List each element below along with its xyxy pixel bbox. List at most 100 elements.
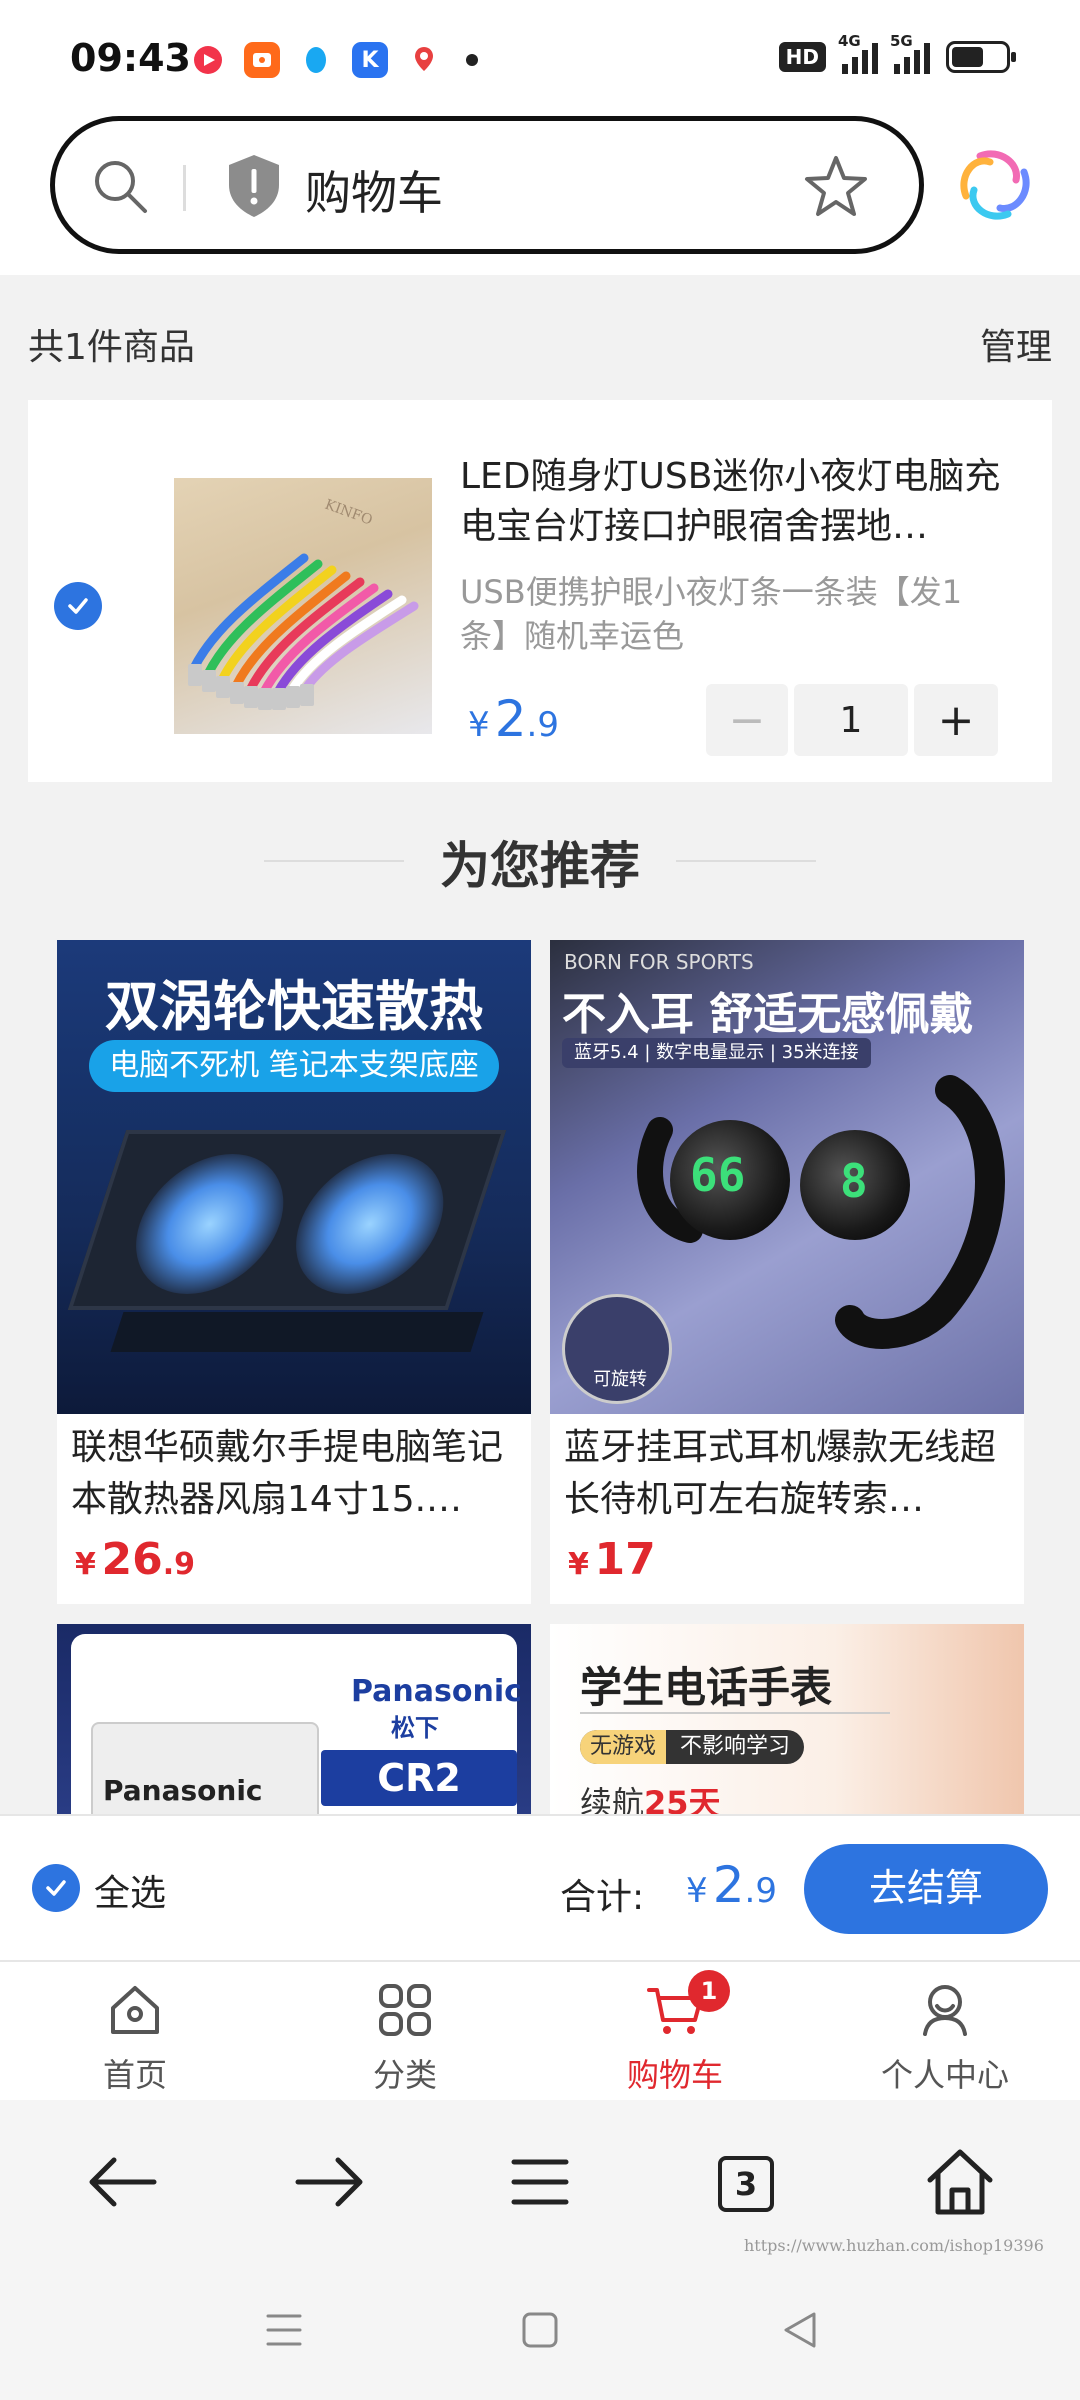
recommend-title: 为您推荐 [440, 837, 640, 895]
product-image[interactable]: 双涡轮快速散热 电脑不死机 笔记本支架底座 [57, 940, 531, 1414]
bottom-tab-bar: 首页 分类 1 购物车 个人中心 [0, 1960, 1080, 2100]
product-image-headline: 学生电话手表 [580, 1663, 833, 1712]
checkmark-icon [68, 598, 88, 614]
tab-label: 分类 [372, 2056, 437, 2094]
cart-badge: 1 [688, 1970, 730, 2012]
item-spec[interactable]: USB便携护眼小夜灯条一条装【发1条】随机幸运色 [460, 570, 1000, 658]
product-image-brand: BORN FOR SPORTS [564, 950, 754, 974]
product-image-logo: Panasonic [351, 1674, 522, 1709]
tab-label: 个人中心 [880, 2056, 1009, 2094]
manage-button[interactable]: 管理 [980, 318, 1052, 370]
product-image-model: CR2 [321, 1750, 517, 1806]
product-image-headline: 双涡轮快速散热 [105, 975, 483, 1038]
bookmark-star-icon[interactable] [803, 153, 869, 219]
quantity-stepper: − 1 + [706, 684, 998, 756]
back-arrow-icon[interactable] [84, 2144, 160, 2220]
tab-cart[interactable]: 1 购物车 [540, 1962, 810, 2102]
browser-top-bar: 购物车 [0, 100, 1080, 275]
select-all-label[interactable]: 全选 [94, 1864, 166, 1916]
tab-label: 购物车 [626, 2056, 723, 2094]
menu-icon[interactable] [502, 2144, 578, 2220]
shield-icon[interactable] [225, 153, 283, 219]
watermark: https://www.huzhan.com/ishop19396 [744, 2236, 1044, 2255]
tab-profile[interactable]: 个人中心 [810, 1962, 1080, 2102]
qq-app-icon [298, 42, 334, 78]
recommend-product-card[interactable]: 双涡轮快速散热 电脑不死机 笔记本支架底座 联想华硕戴尔手提电脑笔记本散热器风扇… [57, 940, 531, 1604]
forward-arrow-icon[interactable] [292, 2144, 368, 2220]
product-image-headline: 不入耳 舒适无感佩戴 [562, 989, 974, 1040]
taobao-app-icon [244, 42, 280, 78]
tabs-count-button[interactable]: 3 [718, 2156, 774, 2212]
product-image-subline: 蓝牙5.4 | 数字电量显示 | 35米连接 [562, 1038, 871, 1068]
divider-left [264, 860, 404, 862]
product-price: ¥ 26.9 [75, 1534, 195, 1585]
select-all-checkbox[interactable] [32, 1864, 80, 1912]
rotate-badge: 可旋转 [562, 1294, 672, 1404]
cooling-pad-graphic [67, 1130, 507, 1310]
recommend-product-card[interactable]: Panasonic Panasonic 松下 CR2 [57, 1624, 531, 1824]
map-app-icon [406, 42, 442, 78]
battery-icon [946, 41, 1016, 73]
battery-package-graphic: Panasonic Panasonic 松下 CR2 [71, 1634, 522, 1824]
status-indicators: HD 4G 5G [778, 32, 1016, 74]
product-price: ¥ 17 [568, 1534, 656, 1585]
product-image-card-brand: Panasonic [103, 1774, 263, 1807]
cart-item: KINFO LED随身灯USB迷你小夜灯电脑充电宝台灯接口护眼宿舍摆地… USB… [28, 400, 1052, 782]
k-app-icon: K [352, 42, 388, 78]
cart-count-label: 共1件商品 [28, 327, 195, 368]
recommend-header: 为您推荐 [0, 826, 1080, 898]
status-time: 09:43 [70, 36, 191, 80]
address-bar[interactable]: 购物车 [50, 116, 924, 254]
video-app-icon [190, 42, 226, 78]
system-back-icon[interactable] [772, 2302, 828, 2358]
product-image-logo-cn: 松下 [391, 1714, 439, 1742]
signal-4g-icon: 4G [838, 32, 878, 74]
item-price-currency: ¥ [468, 705, 490, 745]
browser-logo-icon[interactable] [960, 150, 1030, 220]
product-image[interactable]: BORN FOR SPORTS 不入耳 舒适无感佩戴 蓝牙5.4 | 数字电量显… [550, 940, 1024, 1414]
recent-apps-icon[interactable] [256, 2302, 312, 2358]
checkout-button[interactable]: 去结算 [804, 1844, 1048, 1934]
signal-5g-icon: 5G [890, 32, 930, 74]
earbud-display-left: 66 [690, 1148, 746, 1202]
recommend-product-card[interactable]: BORN FOR SPORTS 不入耳 舒适无感佩戴 蓝牙5.4 | 数字电量显… [550, 940, 1024, 1604]
item-price-decimal: .9 [526, 705, 559, 745]
rotate-badge-label: 可旋转 [593, 1369, 647, 1390]
tab-category[interactable]: 分类 [270, 1962, 540, 2102]
checkmark-icon [46, 1880, 66, 1896]
quantity-minus-button[interactable]: − [706, 684, 788, 756]
system-home-icon[interactable] [512, 2302, 568, 2358]
product-image-tag: 无游戏 不影响学习 [580, 1730, 805, 1764]
item-checkbox[interactable] [54, 582, 102, 630]
product-image[interactable]: 学生电话手表 无游戏 不影响学习 续航25天 [550, 1624, 1024, 1824]
recommend-product-card[interactable]: 学生电话手表 无游戏 不影响学习 续航25天 [550, 1624, 1024, 1824]
category-icon [379, 1984, 431, 2036]
tab-home[interactable]: 首页 [0, 1962, 270, 2102]
page-title[interactable]: 购物车 [305, 157, 443, 223]
more-notifications-dot [466, 54, 478, 66]
item-title[interactable]: LED随身灯USB迷你小夜灯电脑充电宝台灯接口护眼宿舍摆地… [460, 452, 1020, 552]
checkout-bar: 全选 合计: ¥ 2.9 去结算 [0, 1814, 1080, 1960]
product-image[interactable]: Panasonic Panasonic 松下 CR2 [57, 1624, 531, 1824]
system-nav-bar [0, 2260, 1080, 2400]
hd-icon: HD [778, 42, 826, 72]
search-icon[interactable] [91, 157, 149, 215]
quantity-plus-button[interactable]: + [914, 684, 998, 756]
product-title[interactable]: 蓝牙挂耳式耳机爆款无线超长待机可左右旋转索… [564, 1422, 1014, 1526]
quantity-input[interactable]: 1 [794, 684, 908, 756]
product-title[interactable]: 联想华硕戴尔手提电脑笔记本散热器风扇14寸15.… [71, 1422, 521, 1526]
earbud-display-right: 8 [840, 1154, 868, 1208]
total-price: ¥ 2.9 [686, 1856, 777, 1914]
search-divider [183, 165, 186, 211]
item-price-integer: 2 [494, 690, 527, 748]
home-icon [111, 1986, 159, 2034]
item-price: ¥ 2.9 [468, 690, 559, 748]
item-image-brand: KINFO [323, 497, 375, 529]
divider-right [676, 860, 816, 862]
item-image[interactable]: KINFO [174, 478, 432, 734]
total-label: 合计: [560, 1877, 645, 1918]
notification-icons: K [190, 42, 478, 78]
tab-label: 首页 [102, 2056, 167, 2094]
profile-icon [923, 1985, 967, 2036]
home-icon[interactable] [922, 2144, 998, 2220]
